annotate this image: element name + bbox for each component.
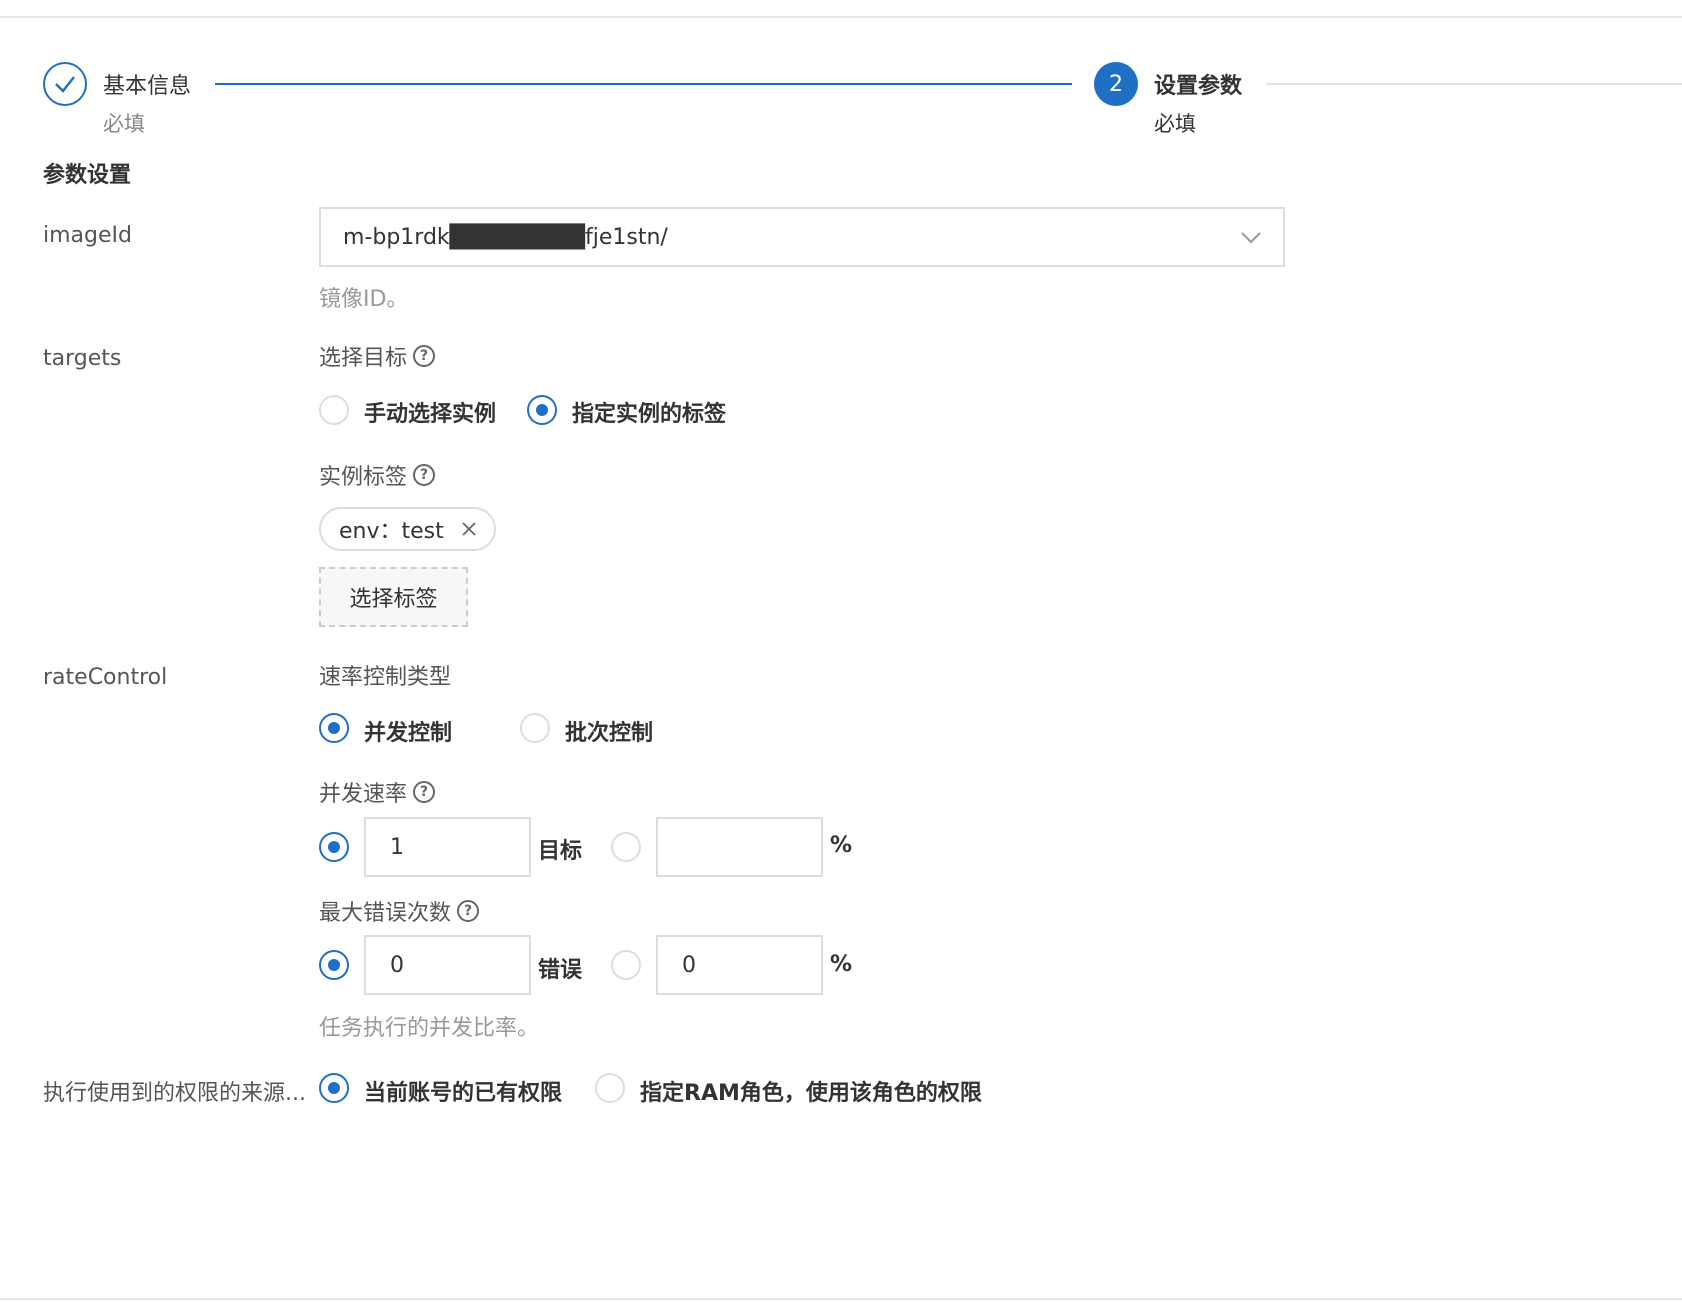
radio-ram-role-permission-label[interactable]: 指定RAM角色，使用该角色的权限: [640, 1075, 982, 1107]
max-errors-text: 最大错误次数: [319, 901, 452, 926]
concurrency-percent-unit: %: [830, 833, 853, 858]
max-errors-count-value: 0: [390, 952, 404, 978]
top-divider: [0, 16, 1682, 18]
concurrency-unit: 目标: [538, 839, 583, 864]
concurrency-rate-label: 并发速率 ?: [319, 776, 436, 808]
step-2-title: 设置参数: [1154, 74, 1243, 99]
instance-tags-text: 实例标签: [319, 465, 408, 490]
section-title: 参数设置: [43, 163, 132, 188]
imageid-value: m-bp1rdk████████fje1stn/: [343, 224, 668, 250]
help-icon[interactable]: ?: [413, 345, 436, 367]
max-errors-label: 最大错误次数 ?: [319, 895, 480, 927]
concurrency-percent-input[interactable]: [656, 817, 823, 877]
tag-text: env：test: [339, 519, 444, 544]
concurrency-rate-text: 并发速率: [319, 782, 408, 807]
help-icon[interactable]: ?: [457, 900, 480, 922]
radio-ram-role-permission[interactable]: [595, 1073, 625, 1103]
ratecontrol-hint: 任务执行的并发比率。: [319, 1016, 540, 1041]
radio-max-errors-percent[interactable]: [611, 950, 641, 980]
ratecontrol-label: rateControl: [43, 665, 168, 690]
radio-max-errors-count[interactable]: [319, 950, 349, 980]
concurrency-count-value: 1: [390, 834, 404, 860]
help-icon[interactable]: ?: [413, 464, 436, 486]
help-icon[interactable]: ?: [413, 781, 436, 803]
imageid-hint: 镜像ID。: [319, 287, 409, 312]
radio-batch-control[interactable]: [520, 713, 550, 743]
radio-concurrency-control-label[interactable]: 并发控制: [364, 715, 452, 747]
step-1-desc: 必填: [103, 112, 145, 136]
close-icon[interactable]: [462, 517, 476, 542]
chevron-down-icon: [1241, 225, 1261, 250]
max-errors-percent-unit: %: [830, 952, 853, 977]
radio-manual-select[interactable]: [319, 395, 349, 425]
rate-type-label: 速率控制类型: [319, 659, 451, 691]
instance-tags-label: 实例标签 ?: [319, 459, 436, 491]
permission-source-label: 执行使用到的权限的来源...: [43, 1081, 306, 1106]
step-connector-pending: [1266, 83, 1682, 85]
radio-instance-tags-label[interactable]: 指定实例的标签: [572, 396, 726, 428]
max-errors-count-input[interactable]: 0: [364, 935, 531, 995]
select-tags-button[interactable]: 选择标签: [319, 567, 468, 627]
imageid-label: imageId: [43, 223, 132, 248]
step-2-desc: 必填: [1154, 112, 1196, 136]
imageid-select[interactable]: m-bp1rdk████████fje1stn/: [319, 207, 1285, 267]
radio-current-account-permission-label[interactable]: 当前账号的已有权限: [364, 1075, 562, 1107]
tag-chip: env：test: [319, 507, 496, 551]
step-2-number: 2: [1094, 62, 1138, 106]
radio-batch-control-label[interactable]: 批次控制: [565, 715, 653, 747]
targets-label: targets: [43, 346, 122, 371]
rate-type-text: 速率控制类型: [319, 665, 452, 690]
radio-concurrency-count[interactable]: [319, 832, 349, 862]
step-1-check-icon: [43, 62, 87, 106]
radio-concurrency-control[interactable]: [319, 713, 349, 743]
step-connector-done: [215, 83, 1072, 85]
concurrency-count-input[interactable]: 1: [364, 817, 531, 877]
max-errors-unit: 错误: [538, 958, 583, 983]
radio-manual-select-label[interactable]: 手动选择实例: [364, 396, 496, 428]
radio-instance-tags[interactable]: [527, 395, 557, 425]
bottom-divider: [0, 1298, 1682, 1300]
radio-concurrency-percent[interactable]: [611, 832, 641, 862]
step-1-title: 基本信息: [103, 74, 192, 99]
select-target-label: 选择目标 ?: [319, 340, 436, 372]
max-errors-percent-value: 0: [682, 952, 696, 978]
max-errors-percent-input[interactable]: 0: [656, 935, 823, 995]
radio-current-account-permission[interactable]: [319, 1073, 349, 1103]
select-target-text: 选择目标: [319, 346, 408, 371]
